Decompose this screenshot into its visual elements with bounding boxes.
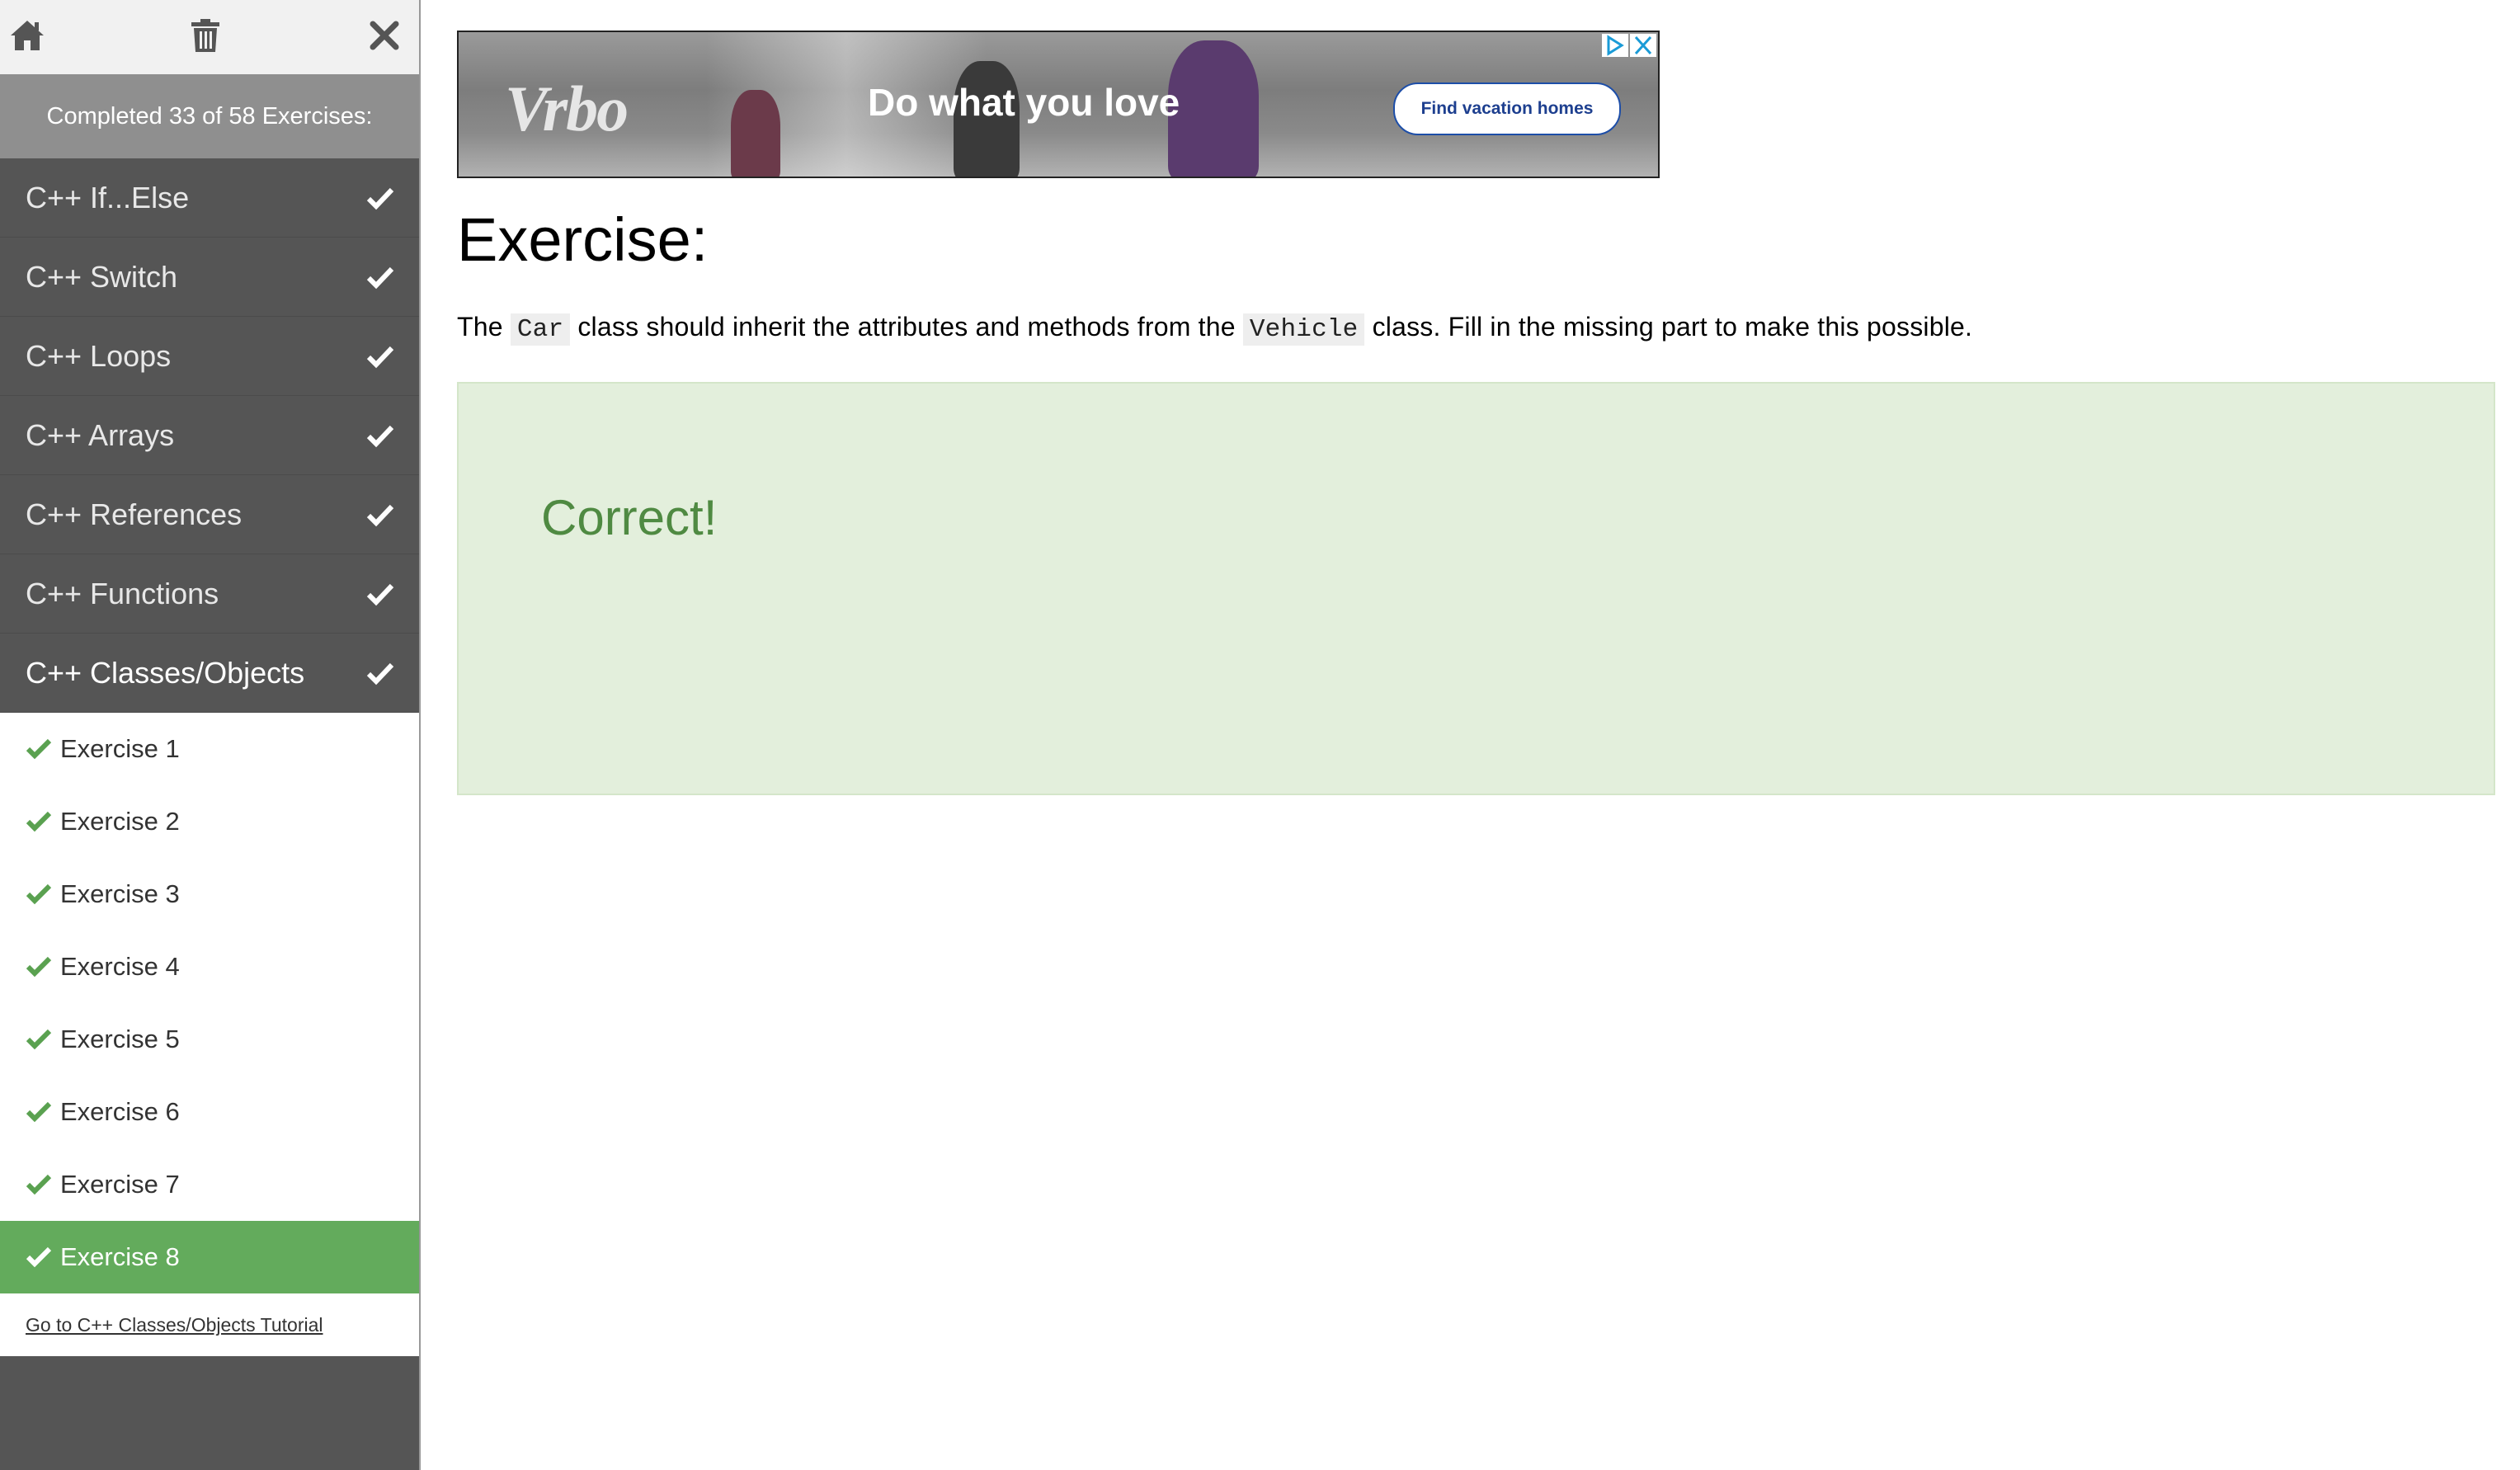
exercise-sidebar: Completed 33 of 58 Exercises: C++ If...E… [0, 0, 421, 1470]
category-switch[interactable]: C++ Switch [0, 238, 419, 317]
exercise-item-5[interactable]: Exercise 5 [0, 1003, 419, 1076]
category-label: C++ References [26, 497, 243, 531]
page-title: Exercise: [457, 205, 709, 274]
close-icon[interactable] [364, 15, 405, 56]
checkmark-icon [26, 1029, 52, 1050]
checkmark-icon [26, 883, 52, 905]
category-label: C++ Loops [26, 338, 172, 373]
category-functions[interactable]: C++ Functions [0, 554, 419, 634]
category-label: C++ If...Else [26, 180, 190, 214]
trash-icon[interactable] [185, 15, 226, 56]
checkmark-icon [366, 346, 394, 368]
exercise-label: Exercise 6 [60, 1097, 180, 1126]
inline-code: Car [510, 313, 571, 346]
exercise-label: Exercise 8 [60, 1242, 180, 1271]
checkmark-icon [366, 662, 394, 685]
result-message: Correct! [541, 490, 718, 545]
checkmark-icon [26, 811, 52, 832]
inline-code: Vehicle [1242, 313, 1365, 346]
checkmark-icon [366, 425, 394, 447]
exercise-item-8[interactable]: Exercise 8 [0, 1221, 419, 1293]
home-icon[interactable] [7, 15, 48, 56]
result-panel: Correct! [457, 382, 2495, 795]
adchoices-icon[interactable] [1602, 34, 1628, 57]
instruction-text: class should inherit the attributes and … [577, 312, 1236, 342]
category-if-else[interactable]: C++ If...Else [0, 158, 419, 238]
category-label: C++ Functions [26, 576, 219, 610]
tutorial-link-row: Go to C++ Classes/Objects Tutorial [0, 1293, 419, 1356]
progress-summary: Completed 33 of 58 Exercises: [0, 74, 419, 158]
ad-brand-logo: Vrbo [505, 73, 629, 144]
checkmark-icon [366, 504, 394, 526]
category-label: C++ Classes/Objects [26, 655, 305, 690]
exercise-item-2[interactable]: Exercise 2 [0, 785, 419, 858]
instruction-text: class. Fill in the missing part to make … [1372, 312, 1973, 342]
exercise-label: Exercise 5 [60, 1025, 180, 1053]
ad-skier-figure [731, 90, 780, 177]
category-label: C++ Arrays [26, 417, 175, 452]
checkmark-icon [26, 956, 52, 978]
exercise-label: Exercise 3 [60, 879, 180, 908]
exercise-label: Exercise 2 [60, 807, 180, 836]
checkmark-icon [26, 1174, 52, 1195]
checkmark-icon [26, 738, 52, 760]
exercise-item-3[interactable]: Exercise 3 [0, 858, 419, 931]
exercise-label: Exercise 7 [60, 1170, 180, 1199]
exercise-list: Exercise 1 Exercise 2 Exercise 3 Exercis… [0, 713, 419, 1293]
exercise-item-6[interactable]: Exercise 6 [0, 1076, 419, 1148]
category-references[interactable]: C++ References [0, 475, 419, 554]
exercise-instructions: The Car class should inherit the attribu… [457, 312, 1973, 346]
ad-skier-figure [1168, 40, 1259, 177]
exercise-item-4[interactable]: Exercise 4 [0, 931, 419, 1003]
ad-banner[interactable]: Vrbo Do what you love Find vacation home… [457, 31, 1660, 178]
category-loops[interactable]: C++ Loops [0, 317, 419, 396]
category-arrays[interactable]: C++ Arrays [0, 396, 419, 475]
ad-cta-button[interactable]: Find vacation homes [1393, 82, 1621, 135]
checkmark-icon [26, 1101, 52, 1123]
checkmark-icon [366, 583, 394, 605]
checkmark-icon [366, 266, 394, 289]
category-label: C++ Switch [26, 259, 178, 294]
tutorial-link[interactable]: Go to C++ Classes/Objects Tutorial [26, 1314, 323, 1336]
ad-headline: Do what you love [868, 81, 1180, 124]
exercise-label: Exercise 4 [60, 952, 180, 981]
ad-close-icon[interactable] [1630, 34, 1656, 57]
instruction-text: The [457, 312, 503, 342]
category-classes-objects[interactable]: C++ Classes/Objects [0, 634, 419, 713]
checkmark-icon [26, 1246, 52, 1268]
sidebar-toolbar [0, 0, 419, 74]
exercise-label: Exercise 1 [60, 734, 180, 763]
exercise-item-1[interactable]: Exercise 1 [0, 713, 419, 785]
exercise-item-7[interactable]: Exercise 7 [0, 1148, 419, 1221]
checkmark-icon [366, 187, 394, 210]
